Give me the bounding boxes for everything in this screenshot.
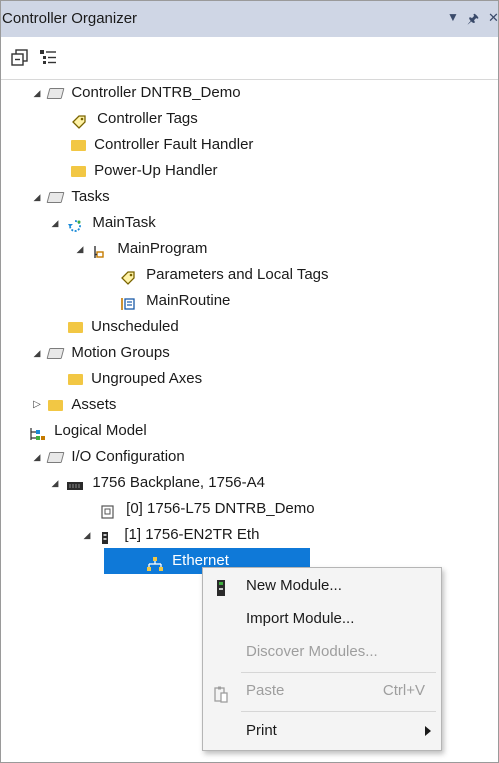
- tree-item-label: Controller Fault Handler: [94, 136, 254, 154]
- tree-item-label: Controller Tags: [97, 110, 198, 128]
- menu-separator: [241, 672, 436, 673]
- tree-item-io-configuration[interactable]: ◢ I/O Configuration: [30, 444, 185, 470]
- tree-item-label: Power-Up Handler: [94, 162, 218, 180]
- comm-module-icon: [98, 528, 116, 545]
- collapse-arrow-icon[interactable]: ◢: [48, 470, 62, 496]
- tree-item-label: Controller DNTRB_Demo: [71, 84, 241, 102]
- collapse-arrow-icon[interactable]: ◢: [30, 340, 44, 366]
- tree-item-label: 1756 Backplane, 1756-A4: [92, 474, 265, 492]
- routine-icon: [120, 294, 138, 311]
- collapse-arrow-icon[interactable]: ◢: [30, 184, 44, 210]
- menu-item-print[interactable]: Print: [203, 715, 441, 747]
- panel-titlebar: Controller Organizer ▼ 🖈 ✕: [1, 1, 498, 37]
- expand-arrow-icon[interactable]: ▷: [30, 392, 44, 418]
- dropdown-icon[interactable]: ▼: [447, 10, 459, 24]
- tree-item-label: [1] 1756-EN2TR Eth: [124, 526, 260, 544]
- tree-item-motion-groups[interactable]: ◢ Motion Groups: [30, 340, 170, 366]
- tree-item-label: Logical Model: [54, 422, 147, 440]
- tree-item-slot1-en2tr[interactable]: ◢ [1] 1756-EN2TR Eth: [80, 522, 259, 548]
- open-folder-icon: [46, 347, 65, 359]
- tree-item-label: Assets: [71, 396, 117, 414]
- open-folder-icon: [46, 191, 65, 203]
- tree-item-main-program[interactable]: ◢ MainProgram: [73, 236, 207, 262]
- context-menu: New Module... Import Module... Discover …: [202, 567, 442, 751]
- tree-item-slot0-controller[interactable]: [0] 1756-L75 DNTRB_Demo: [100, 496, 315, 522]
- tag-icon: [71, 112, 89, 129]
- tree-item-label: Ungrouped Axes: [91, 370, 203, 388]
- program-icon: [91, 242, 109, 259]
- paste-icon: [213, 683, 229, 715]
- tree-item-assets[interactable]: ▷ Assets: [30, 392, 116, 418]
- collapse-arrow-icon[interactable]: ◢: [80, 522, 94, 548]
- tree-item-label: I/O Configuration: [71, 448, 185, 466]
- controller-organizer-panel: Controller Organizer ▼ 🖈 ✕ ◢ Controller …: [0, 0, 499, 763]
- tree-item-label: Parameters and Local Tags: [146, 266, 329, 284]
- backplane-icon: [66, 476, 84, 491]
- open-folder-icon: [46, 451, 65, 463]
- tree-item-unscheduled[interactable]: Unscheduled: [68, 314, 179, 340]
- collapse-arrow-icon[interactable]: ◢: [30, 444, 44, 470]
- menu-item-label: Discover Modules...: [246, 643, 378, 660]
- folder-icon: [71, 140, 86, 152]
- tree-item-label: MainProgram: [117, 240, 208, 258]
- folder-icon: [71, 166, 86, 178]
- network-icon: [146, 554, 164, 572]
- submenu-arrow-icon: [425, 726, 431, 736]
- folder-icon: [48, 400, 64, 412]
- collapse-arrow-icon[interactable]: ◢: [73, 236, 87, 262]
- pin-icon[interactable]: 🖈: [467, 10, 479, 32]
- menu-item-shortcut: Ctrl+V: [382, 682, 425, 699]
- folder-icon: [68, 322, 83, 334]
- tree-item-params-tags[interactable]: Parameters and Local Tags: [120, 262, 329, 288]
- list-view-icon[interactable]: [39, 49, 57, 67]
- tree-item-ungrouped-axes[interactable]: Ungrouped Axes: [68, 366, 202, 392]
- tag-icon: [120, 268, 138, 285]
- tree-item-main-task[interactable]: ◢ MainTask: [48, 210, 156, 236]
- logical-model-icon: [28, 424, 46, 441]
- open-folder-icon: [46, 87, 65, 99]
- tree-item-fault-handler[interactable]: Controller Fault Handler: [71, 132, 253, 158]
- tree-item-backplane[interactable]: ◢ 1756 Backplane, 1756-A4: [48, 470, 265, 496]
- menu-item-new-module[interactable]: New Module...: [203, 570, 441, 602]
- organizer-toolbar: [1, 37, 498, 80]
- menu-item-paste[interactable]: Paste Ctrl+V: [203, 675, 441, 707]
- menu-separator: [241, 711, 436, 712]
- menu-item-discover-modules[interactable]: Discover Modules...: [203, 636, 441, 668]
- tree-item-controller-tags[interactable]: Controller Tags: [71, 106, 198, 132]
- tree-item-controller[interactable]: ◢ Controller DNTRB_Demo: [30, 80, 241, 106]
- menu-item-label: Print: [246, 722, 277, 739]
- close-icon[interactable]: ✕: [488, 10, 498, 26]
- collapse-all-icon[interactable]: [11, 49, 29, 67]
- task-cycle-icon: [66, 216, 84, 232]
- tree-item-tasks[interactable]: ◢ Tasks: [30, 184, 110, 210]
- tree-item-label: Unscheduled: [91, 318, 179, 336]
- tree-item-label: MainTask: [92, 214, 156, 232]
- tree-item-label: [0] 1756-L75 DNTRB_Demo: [126, 500, 315, 518]
- menu-item-label: Import Module...: [246, 610, 355, 627]
- tree-item-label: Tasks: [71, 188, 110, 206]
- menu-item-label: New Module...: [246, 577, 342, 594]
- panel-title: Controller Organizer: [2, 10, 138, 27]
- tree-item-main-routine[interactable]: MainRoutine: [120, 288, 230, 314]
- tree-item-label: MainRoutine: [146, 292, 231, 310]
- menu-item-import-module[interactable]: Import Module...: [203, 603, 441, 635]
- menu-item-label: Paste: [246, 682, 285, 699]
- controller-module-icon: [100, 502, 118, 519]
- tree-item-powerup-handler[interactable]: Power-Up Handler: [71, 158, 218, 184]
- tree-item-label: Motion Groups: [71, 344, 170, 362]
- collapse-arrow-icon[interactable]: ◢: [30, 80, 44, 106]
- collapse-arrow-icon[interactable]: ◢: [48, 210, 62, 236]
- tree-item-logical-model[interactable]: Logical Model: [28, 418, 147, 444]
- folder-icon: [68, 374, 83, 386]
